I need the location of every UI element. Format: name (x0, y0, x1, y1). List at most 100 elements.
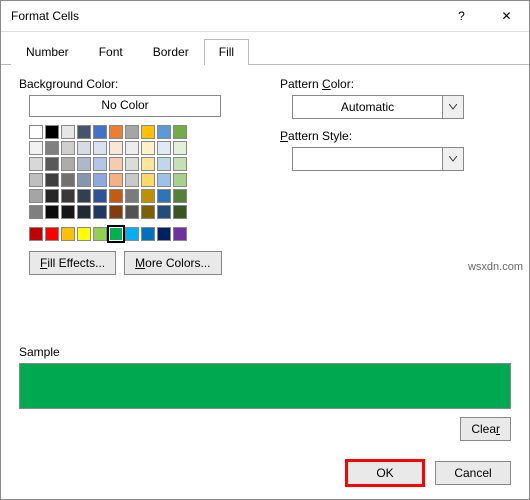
color-swatch[interactable] (77, 157, 91, 171)
color-swatch[interactable] (61, 125, 75, 139)
color-swatch[interactable] (109, 141, 123, 155)
format-cells-dialog: Format Cells ? ✕ NumberFontBorderFill Ba… (0, 0, 530, 500)
tab-font[interactable]: Font (84, 39, 138, 65)
color-swatch[interactable] (61, 189, 75, 203)
standard-color-row (19, 227, 250, 241)
tab-number[interactable]: Number (11, 39, 84, 65)
color-swatch[interactable] (61, 141, 75, 155)
color-swatch[interactable] (173, 141, 187, 155)
color-swatch[interactable] (77, 141, 91, 155)
close-button[interactable]: ✕ (484, 1, 529, 31)
color-swatch[interactable] (29, 141, 43, 155)
color-swatch[interactable] (77, 189, 91, 203)
color-swatch[interactable] (29, 157, 43, 171)
color-swatch[interactable] (173, 157, 187, 171)
color-swatch[interactable] (93, 205, 107, 219)
close-icon: ✕ (501, 9, 511, 23)
color-swatch[interactable] (125, 141, 139, 155)
pattern-style-label: Pattern Style: (280, 129, 511, 143)
tab-border[interactable]: Border (138, 39, 204, 65)
color-swatch[interactable] (109, 189, 123, 203)
color-swatch[interactable] (29, 173, 43, 187)
color-swatch[interactable] (141, 173, 155, 187)
color-swatch[interactable] (45, 141, 59, 155)
color-swatch[interactable] (141, 227, 155, 241)
color-swatch[interactable] (29, 227, 43, 241)
help-button[interactable]: ? (439, 1, 484, 31)
window-title: Format Cells (11, 9, 439, 23)
color-swatch[interactable] (173, 227, 187, 241)
more-colors-button[interactable]: More Colors... (124, 251, 221, 275)
color-swatch[interactable] (125, 125, 139, 139)
color-swatch[interactable] (93, 173, 107, 187)
color-swatch[interactable] (109, 227, 123, 241)
color-swatch[interactable] (93, 125, 107, 139)
color-swatch[interactable] (93, 189, 107, 203)
cancel-button[interactable]: Cancel (435, 461, 511, 485)
color-swatch[interactable] (141, 205, 155, 219)
titlebar: Format Cells ? ✕ (1, 1, 529, 32)
color-swatch[interactable] (173, 189, 187, 203)
theme-color-grid (19, 125, 250, 219)
color-swatch[interactable] (125, 205, 139, 219)
dialog-body: Background Color: No Color Fill Effects.… (1, 65, 529, 345)
color-swatch[interactable] (125, 157, 139, 171)
sample-label: Sample (19, 345, 511, 359)
color-swatch[interactable] (61, 227, 75, 241)
color-swatch[interactable] (45, 125, 59, 139)
color-swatch[interactable] (45, 189, 59, 203)
color-swatch[interactable] (157, 189, 171, 203)
sample-preview (19, 363, 511, 409)
color-swatch[interactable] (141, 125, 155, 139)
color-swatch[interactable] (45, 173, 59, 187)
color-swatch[interactable] (93, 157, 107, 171)
color-swatch[interactable] (93, 227, 107, 241)
chevron-down-icon (442, 148, 463, 170)
chevron-down-icon (442, 96, 463, 118)
color-swatch[interactable] (141, 141, 155, 155)
ok-button[interactable]: OK (347, 461, 423, 485)
help-icon: ? (458, 9, 465, 23)
color-swatch[interactable] (77, 227, 91, 241)
color-swatch[interactable] (125, 227, 139, 241)
color-swatch[interactable] (125, 189, 139, 203)
color-swatch[interactable] (141, 189, 155, 203)
sample-area: Sample (1, 345, 529, 413)
color-swatch[interactable] (29, 205, 43, 219)
background-color-label: Background Color: (19, 77, 250, 91)
color-swatch[interactable] (61, 173, 75, 187)
color-swatch[interactable] (125, 173, 139, 187)
color-swatch[interactable] (77, 205, 91, 219)
color-swatch[interactable] (157, 205, 171, 219)
no-color-button[interactable]: No Color (29, 95, 221, 117)
color-swatch[interactable] (109, 173, 123, 187)
color-swatch[interactable] (29, 125, 43, 139)
pattern-style-dropdown[interactable] (292, 147, 464, 171)
color-swatch[interactable] (61, 205, 75, 219)
color-swatch[interactable] (173, 125, 187, 139)
color-swatch[interactable] (157, 125, 171, 139)
color-swatch[interactable] (77, 125, 91, 139)
color-swatch[interactable] (77, 173, 91, 187)
color-swatch[interactable] (29, 189, 43, 203)
color-swatch[interactable] (93, 141, 107, 155)
fill-effects-button[interactable]: Fill Effects... (29, 251, 116, 275)
color-swatch[interactable] (141, 157, 155, 171)
color-swatch[interactable] (173, 173, 187, 187)
left-column: Background Color: No Color Fill Effects.… (19, 77, 250, 341)
tab-fill[interactable]: Fill (204, 39, 249, 65)
color-swatch[interactable] (109, 205, 123, 219)
color-swatch[interactable] (61, 157, 75, 171)
color-swatch[interactable] (109, 157, 123, 171)
color-swatch[interactable] (45, 227, 59, 241)
color-swatch[interactable] (157, 227, 171, 241)
color-swatch[interactable] (45, 157, 59, 171)
color-swatch[interactable] (157, 141, 171, 155)
pattern-color-dropdown[interactable]: Automatic (292, 95, 464, 119)
color-swatch[interactable] (157, 157, 171, 171)
color-swatch[interactable] (109, 125, 123, 139)
color-swatch[interactable] (157, 173, 171, 187)
color-swatch[interactable] (173, 205, 187, 219)
color-swatch[interactable] (45, 205, 59, 219)
clear-button[interactable]: Clear (460, 417, 511, 441)
